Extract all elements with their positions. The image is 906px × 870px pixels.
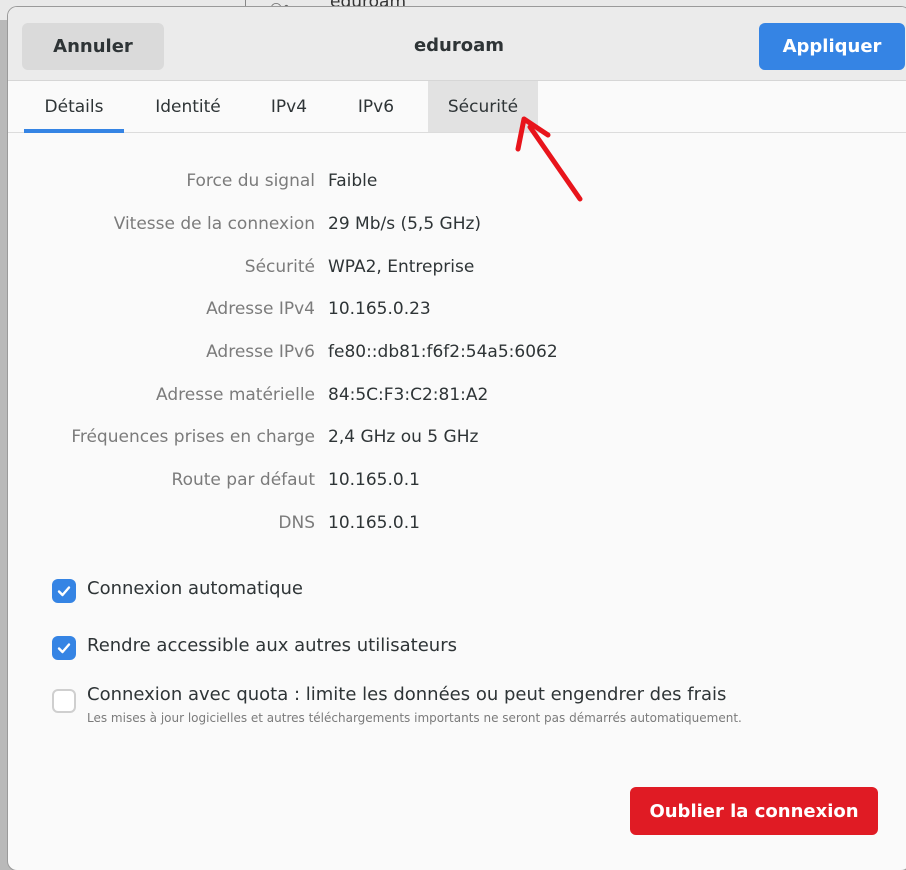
tab-bar: Détails Identité IPv4 IPv6 Sécurité [8,81,906,133]
detail-label: Adresse matérielle [156,385,315,405]
detail-label: Adresse IPv6 [206,342,315,362]
detail-value: 84:5C:F3:C2:81:A2 [328,385,489,405]
detail-row-dns: DNS 10.165.0.1 [8,513,906,543]
auto-connect-label[interactable]: Connexion automatique [87,578,303,599]
checkmark-icon [57,643,71,654]
metered-description: Les mises à jour logicielles et autres t… [87,711,742,725]
detail-row-ipv6: Adresse IPv6 fe80::db81:f6f2:54a5:6062 [8,342,906,372]
metered-label[interactable]: Connexion avec quota : limite les donnée… [87,684,726,705]
detail-value: 10.165.0.1 [328,470,420,490]
tab-identity[interactable]: Identité [138,81,238,132]
detail-label: Sécurité [244,257,315,277]
detail-value: 10.165.0.1 [328,513,420,533]
detail-row-speed: Vitesse de la connexion 29 Mb/s (5,5 GHz… [8,214,906,244]
detail-value: 10.165.0.23 [328,299,431,319]
checkmark-icon [57,586,71,597]
tab-ipv4[interactable]: IPv4 [254,81,324,132]
detail-label: Vitesse de la connexion [113,214,315,234]
auto-connect-checkbox[interactable] [52,579,76,603]
detail-row-hardware-address: Adresse matérielle 84:5C:F3:C2:81:A2 [8,385,906,415]
detail-value: 29 Mb/s (5,5 GHz) [328,214,482,234]
detail-label: Fréquences prises en charge [71,427,315,447]
all-users-label[interactable]: Rendre accessible aux autres utilisateur… [87,635,457,656]
forget-connection-button[interactable]: Oublier la connexion [630,787,878,835]
detail-value: 2,4 GHz ou 5 GHz [328,427,479,447]
all-users-checkbox[interactable] [52,636,76,660]
header-bar: Annuler eduroam Appliquer [8,7,906,81]
detail-row-signal: Force du signal Faible [8,171,906,201]
detail-row-default-route: Route par défaut 10.165.0.1 [8,470,906,500]
detail-label: Route par défaut [171,470,315,490]
detail-value: WPA2, Entreprise [328,257,475,277]
connection-dialog: Annuler eduroam Appliquer Détails Identi… [8,7,906,870]
tab-details[interactable]: Détails [24,81,124,133]
apply-button[interactable]: Appliquer [759,23,905,70]
detail-value: Faible [328,171,378,191]
detail-label: Adresse IPv4 [206,299,315,319]
detail-label: Force du signal [186,171,315,191]
metered-checkbox[interactable] [52,689,76,713]
detail-row-security: Sécurité WPA2, Entreprise [8,257,906,287]
detail-row-frequencies: Fréquences prises en charge 2,4 GHz ou 5… [8,427,906,457]
detail-label: DNS [278,513,315,533]
annotation-arrow-icon [515,116,583,202]
detail-row-ipv4: Adresse IPv4 10.165.0.23 [8,299,906,329]
tab-ipv6[interactable]: IPv6 [341,81,411,132]
detail-value: fe80::db81:f6f2:54a5:6062 [328,342,558,362]
